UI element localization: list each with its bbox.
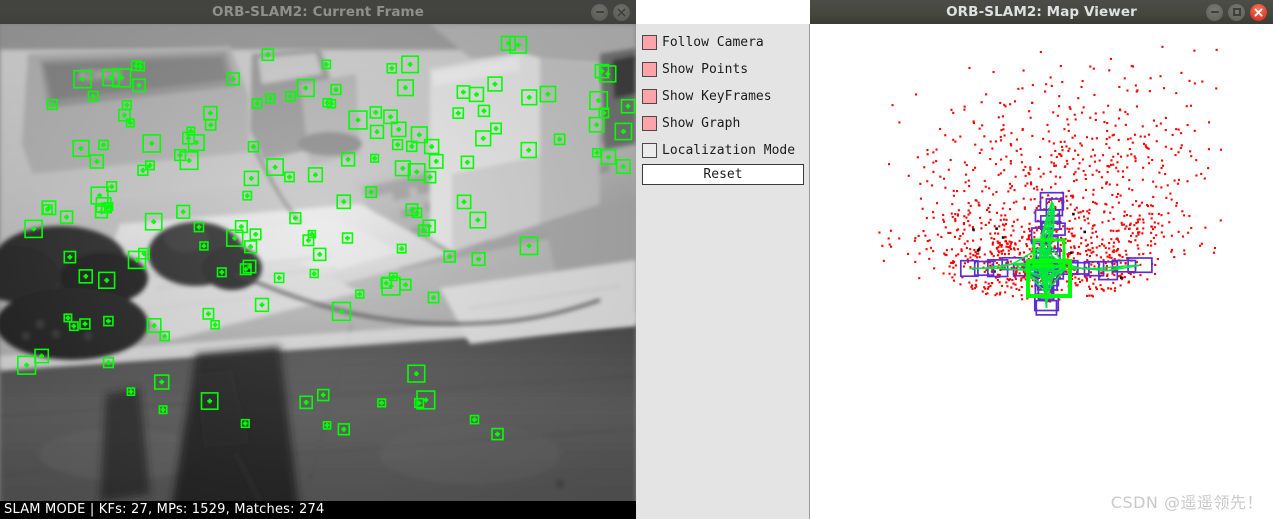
- checkbox-show-points[interactable]: Show Points: [642, 59, 748, 79]
- current-frame-title: ORB-SLAM2: Current Frame: [212, 4, 424, 20]
- slam-status-bar: SLAM MODE | KFs: 27, MPs: 1529, Matches:…: [0, 501, 636, 519]
- checkbox-indicator[interactable]: [642, 142, 657, 158]
- checkbox-label: Follow Camera: [662, 34, 764, 50]
- maximize-icon[interactable]: [1228, 3, 1245, 21]
- minimize-icon[interactable]: [1206, 3, 1223, 21]
- current-frame-window: ORB-SLAM2: Current Frame SLAM MODE | KFs…: [0, 0, 636, 519]
- checkbox-indicator[interactable]: [642, 61, 657, 77]
- slam-status-text: SLAM MODE | KFs: 27, MPs: 1529, Matches:…: [4, 502, 325, 517]
- checkbox-indicator[interactable]: [642, 34, 657, 50]
- watermark-text: CSDN @遥遥领先！: [1110, 493, 1263, 512]
- minimize-icon[interactable]: [591, 3, 608, 21]
- checkbox-localization-mode[interactable]: Localization Mode: [642, 140, 795, 160]
- reset-button[interactable]: Reset: [642, 164, 804, 185]
- current-frame-titlebar[interactable]: ORB-SLAM2: Current Frame: [0, 0, 636, 24]
- checkbox-label: Show KeyFrames: [662, 88, 772, 104]
- map-viewer-titlebar[interactable]: ORB-SLAM2: Map Viewer: [810, 0, 1273, 24]
- close-icon[interactable]: [613, 3, 630, 21]
- checkbox-indicator[interactable]: [642, 88, 657, 104]
- current-frame-window-controls: [591, 0, 630, 24]
- current-frame-image: ADMIN: [0, 24, 636, 519]
- reset-button-label: Reset: [703, 167, 743, 182]
- map-viewer-window-controls: [1206, 0, 1267, 24]
- checkbox-follow-camera[interactable]: Follow Camera: [642, 32, 764, 52]
- map-viewer-title: ORB-SLAM2: Map Viewer: [946, 4, 1137, 20]
- checkbox-label: Show Points: [662, 61, 749, 77]
- close-icon[interactable]: [1250, 3, 1267, 21]
- checkbox-indicator[interactable]: [642, 115, 657, 131]
- orb-slam2-application: ORB-SLAM2: Current Frame SLAM MODE | KFs…: [0, 0, 1273, 519]
- checkbox-show-graph[interactable]: Show Graph: [642, 113, 740, 133]
- map-point-cloud-view[interactable]: [810, 24, 1273, 519]
- map-viewer-window: ORB-SLAM2: Map Viewer CSDN @遥遥领先！: [810, 0, 1273, 519]
- checkbox-label: Localization Mode: [662, 142, 796, 158]
- checkbox-show-keyframes[interactable]: Show KeyFrames: [642, 86, 772, 106]
- checkbox-label: Show Graph: [662, 115, 741, 131]
- map-viewer-control-panel: Follow Camera Show Points Show KeyFrames…: [636, 24, 810, 519]
